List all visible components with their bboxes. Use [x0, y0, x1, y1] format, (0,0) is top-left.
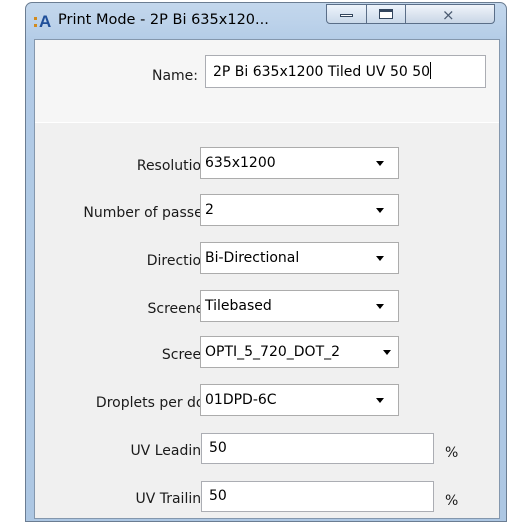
name-label: Name: — [151, 68, 198, 84]
chevron-down-icon — [376, 161, 384, 166]
text-caret — [430, 62, 432, 79]
screen-select[interactable]: OPTI_5_720_DOT_2 — [200, 336, 399, 368]
chevron-down-icon — [376, 256, 384, 261]
droplets-select[interactable]: 01DPD-6C — [200, 384, 399, 416]
minimize-icon — [340, 14, 353, 17]
minimize-button[interactable] — [326, 4, 367, 24]
close-button[interactable]: ⨯ — [405, 4, 495, 24]
chevron-down-icon — [376, 208, 384, 213]
close-icon: ⨯ — [442, 6, 455, 24]
uv-leading-label: UV Leading — [130, 443, 210, 459]
uv-leading-unit: % — [445, 445, 459, 461]
dialog-body: Name: 2P Bi 635x1200 Tiled UV 50 50 Reso… — [34, 39, 500, 519]
uv-leading-input[interactable]: 50 — [201, 433, 434, 464]
title-bar[interactable]: A Print Mode - 2P Bi 635x120... ⨯ — [26, 3, 506, 39]
screen-value: OPTI_5_720_DOT_2 — [205, 344, 341, 360]
chevron-down-icon — [376, 304, 384, 309]
maximize-button[interactable] — [366, 4, 406, 24]
resolution-value: 635x1200 — [205, 155, 276, 171]
chevron-down-icon — [383, 350, 391, 355]
screener-select[interactable]: Tilebased — [200, 290, 399, 322]
passes-select[interactable]: 2 — [200, 194, 399, 226]
app-logo-icon[interactable]: A — [34, 12, 54, 32]
passes-label: Number of passes — [83, 205, 210, 221]
droplets-value: 01DPD-6C — [205, 392, 277, 408]
chevron-down-icon — [376, 398, 384, 403]
droplets-label: Droplets per dot — [95, 395, 210, 411]
uv-trailing-unit: % — [445, 493, 459, 509]
print-mode-window: A Print Mode - 2P Bi 635x120... ⨯ Name: … — [25, 2, 507, 522]
uv-trailing-input[interactable]: 50 — [201, 481, 434, 512]
name-input[interactable]: 2P Bi 635x1200 Tiled UV 50 50 — [205, 55, 486, 88]
uv-trailing-label: UV Trailing — [135, 491, 210, 507]
resolution-select[interactable]: 635x1200 — [200, 147, 399, 179]
passes-value: 2 — [205, 202, 214, 218]
direction-select[interactable]: Bi-Directional — [200, 242, 399, 274]
maximize-icon — [379, 9, 393, 19]
name-panel: Name: 2P Bi 635x1200 Tiled UV 50 50 — [35, 40, 499, 123]
window-title: Print Mode - 2P Bi 635x120... — [58, 12, 269, 28]
separator — [35, 122, 499, 123]
screener-value: Tilebased — [205, 298, 272, 314]
direction-value: Bi-Directional — [205, 250, 300, 266]
